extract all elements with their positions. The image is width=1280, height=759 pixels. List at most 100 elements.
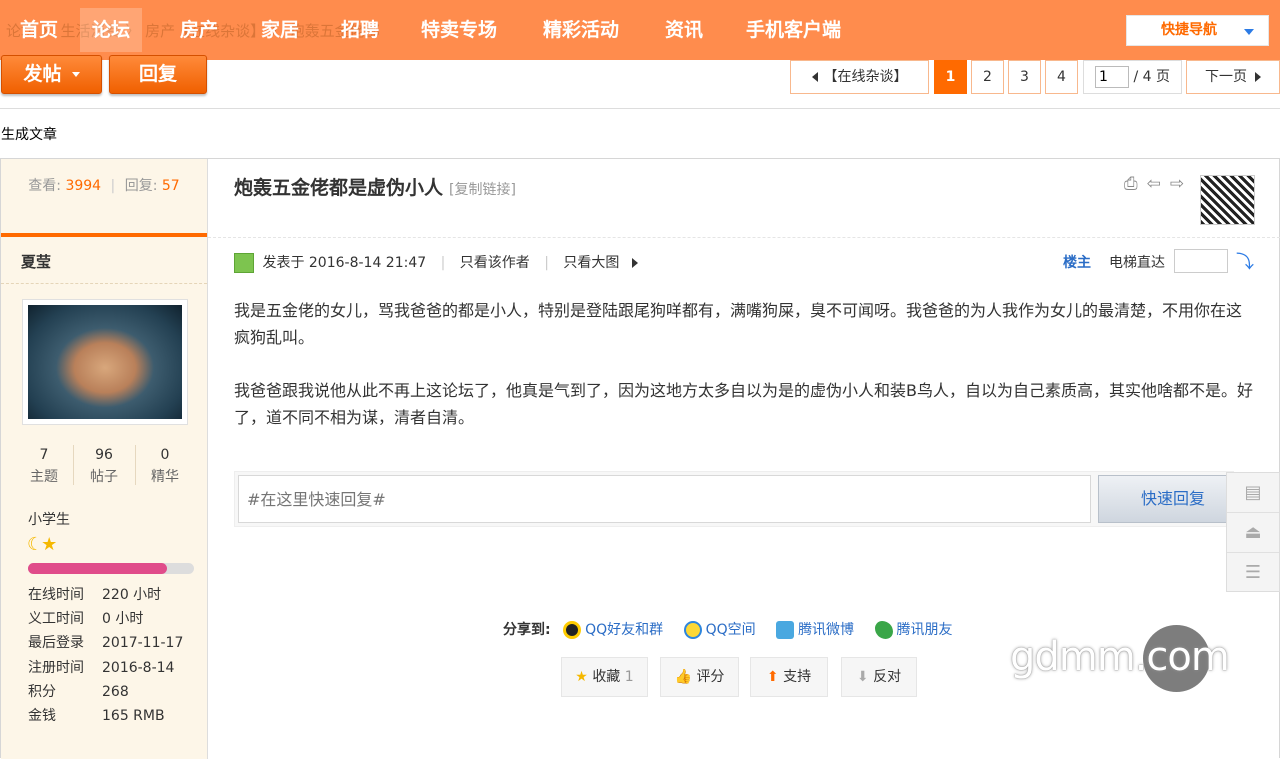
stat-threads[interactable]: 7 主题 <box>14 444 74 488</box>
divider <box>0 108 1280 109</box>
nav-item-jobs[interactable]: 招聘 <box>341 16 379 46</box>
image-post-icon <box>234 253 254 273</box>
chevron-down-icon <box>1244 29 1254 35</box>
nav-item-events[interactable]: 精彩活动 <box>543 16 619 46</box>
back-to-top-icon[interactable]: ⏏ <box>1227 513 1279 553</box>
chevron-down-icon <box>71 72 80 77</box>
next-page-label: 下一页 <box>1205 69 1247 85</box>
avatar-image <box>28 305 182 419</box>
back-to-board-button[interactable]: 【在线杂谈】 <box>790 60 929 94</box>
only-author-link[interactable]: 只看该作者 <box>460 255 530 271</box>
info-key: 义工时间 <box>28 611 84 627</box>
views-label: 查看: <box>28 178 61 194</box>
list-icon[interactable]: ☰ <box>1227 553 1279 593</box>
info-key: 在线时间 <box>28 587 84 603</box>
arrow-right-icon <box>1255 72 1261 82</box>
quick-reply-input[interactable] <box>238 475 1091 523</box>
nav-item-sale[interactable]: 特卖专场 <box>421 16 497 46</box>
comment-icon[interactable]: ▤ <box>1227 473 1279 513</box>
qq-penguin-icon <box>563 621 582 639</box>
page-title: 炮轰五金佬都是虚伪小人 <box>234 177 444 199</box>
watermark-logo: gdmm.com <box>1010 634 1230 680</box>
avatar[interactable] <box>22 299 188 425</box>
oppose-label: 反对 <box>873 669 902 685</box>
info-value: 2016-8-14 <box>102 660 175 676</box>
qzone-star-icon <box>683 621 702 639</box>
views-count: 3994 <box>65 178 102 194</box>
replies-count: 57 <box>161 178 180 194</box>
next-page-button[interactable]: 下一页 <box>1186 60 1280 94</box>
author-sidebar: 查看: 3994 | 回复: 57 夏莹 7 主题 96 帖子 0 精华 小学生… <box>1 159 208 759</box>
arrow-up-icon: ⬆ <box>766 669 779 685</box>
next-thread-icon[interactable]: ⇨ <box>1170 174 1193 194</box>
support-button[interactable]: ⬆ 支持 <box>750 657 828 697</box>
rate-button[interactable]: 👍 评分 <box>660 657 739 697</box>
info-points: 积分 268 <box>28 681 129 701</box>
user-rank[interactable]: 小学生 <box>28 509 70 529</box>
generate-article-link[interactable]: 生成文章 <box>1 124 57 144</box>
elevator-label: 电梯直达 <box>1109 255 1165 271</box>
quick-nav-dropdown[interactable]: 快捷导航 <box>1126 15 1269 46</box>
reply-button[interactable]: 回复 <box>109 55 207 94</box>
rate-label: 评分 <box>696 669 725 685</box>
nav-item-home-deco[interactable]: 家居 <box>261 16 299 46</box>
new-post-button[interactable]: 发帖 <box>1 55 102 94</box>
only-big-images-link[interactable]: 只看大图 <box>563 255 619 271</box>
post-title-row: 炮轰五金佬都是虚伪小人 [复制链接] <box>234 173 516 200</box>
page-total: / 4 页 <box>1133 69 1170 85</box>
page-number-input[interactable] <box>1095 66 1129 88</box>
divider <box>1 283 207 284</box>
share-qq-friends[interactable]: QQ好友和群 <box>585 622 663 638</box>
nav-item-mobile[interactable]: 手机客户端 <box>746 16 841 46</box>
elevator-input[interactable] <box>1174 249 1228 273</box>
divider: | <box>110 178 116 194</box>
clover-icon <box>874 621 893 639</box>
page-jump: / 4 页 <box>1083 60 1182 94</box>
divider: | <box>440 255 446 271</box>
nav-item-home[interactable]: 首页 <box>20 16 58 46</box>
copy-link-button[interactable]: [复制链接] <box>449 182 516 198</box>
share-qzone[interactable]: QQ空间 <box>706 622 756 638</box>
star-icon: ★ <box>575 669 588 685</box>
reply-label: 回复 <box>138 63 177 85</box>
info-value: 2017-11-17 <box>102 635 184 651</box>
jump-floor-icon[interactable]: ⤵ <box>1236 248 1254 274</box>
page-button-4[interactable]: 4 <box>1045 60 1078 94</box>
share-bar: 分享到: QQ好友和群 QQ空间 腾讯微博 腾讯朋友 <box>503 619 969 639</box>
prev-thread-icon[interactable]: ⇦ <box>1147 174 1170 194</box>
page-button-3[interactable]: 3 <box>1008 60 1041 94</box>
stat-digest-value: 0 <box>160 447 170 463</box>
oppose-button[interactable]: ⬇ 反对 <box>841 657 917 697</box>
nav-item-forum[interactable]: 论坛 <box>80 8 143 52</box>
print-icon[interactable]: ⎙ <box>1124 174 1147 194</box>
stat-threads-value: 7 <box>39 447 49 463</box>
stat-posts[interactable]: 96 帖子 <box>74 444 134 488</box>
share-tencent-friends[interactable]: 腾讯朋友 <box>897 622 953 638</box>
info-value: 220 小时 <box>102 587 162 603</box>
qr-code-icon[interactable] <box>1200 175 1255 225</box>
arrow-left-icon <box>811 72 818 82</box>
thread-stats: 查看: 3994 | 回复: 57 <box>1 159 207 235</box>
page-button-2[interactable]: 2 <box>971 60 1004 94</box>
nav-item-house[interactable]: 房产 <box>180 16 218 46</box>
divider <box>208 237 1280 238</box>
support-label: 支持 <box>783 669 812 685</box>
info-key: 注册时间 <box>28 660 84 676</box>
floating-tools: ▤ ⏏ ☰ <box>1226 472 1280 592</box>
rank-progress-bar <box>28 563 194 574</box>
stat-digest[interactable]: 0 精华 <box>135 444 195 488</box>
page-button-1[interactable]: 1 <box>934 60 967 94</box>
info-value: 165 RMB <box>102 708 165 724</box>
back-to-board-label: 【在线杂谈】 <box>823 69 908 85</box>
tencent-weibo-icon <box>776 621 795 639</box>
nav-item-news[interactable]: 资讯 <box>665 16 703 46</box>
favorite-button[interactable]: ★ 收藏 1 <box>561 657 648 697</box>
arrow-right-icon <box>631 258 638 268</box>
info-key: 最后登录 <box>28 635 84 651</box>
author-name[interactable]: 夏莹 <box>21 251 51 272</box>
share-tencent-weibo[interactable]: 腾讯微博 <box>798 622 854 638</box>
info-key: 金钱 <box>28 708 56 724</box>
post-tools: ⎙⇦⇨ <box>1124 174 1193 194</box>
info-value: 268 <box>102 684 129 700</box>
stat-posts-label: 帖子 <box>90 469 118 485</box>
